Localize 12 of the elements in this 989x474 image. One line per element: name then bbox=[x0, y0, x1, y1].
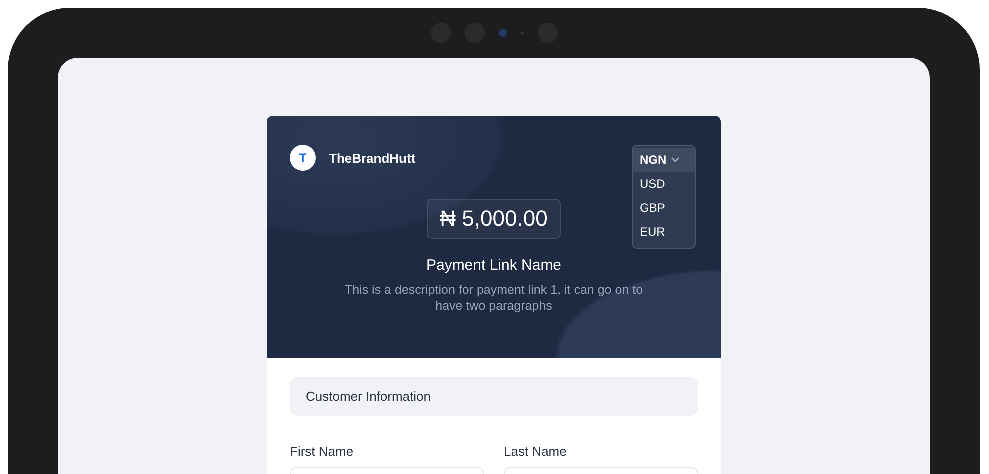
currency-option[interactable]: USD bbox=[633, 172, 695, 196]
brand-logo: T bbox=[290, 145, 316, 171]
field-label: Last Name bbox=[504, 444, 568, 459]
payment-description: This is a description for payment link 1, it can go on to have two paragraphs bbox=[344, 282, 644, 314]
amount-display: ₦ 5,000.00 bbox=[427, 199, 561, 239]
currency-option[interactable]: GBP bbox=[633, 196, 695, 220]
payment-title: Payment Link Name bbox=[426, 257, 562, 274]
currency-option[interactable]: EUR bbox=[633, 220, 695, 244]
brand-name: TheBrandHutt bbox=[329, 150, 416, 166]
field-label: First Name bbox=[290, 444, 355, 459]
currency-option[interactable]: NGN bbox=[633, 148, 695, 172]
section-header: Customer Information bbox=[290, 377, 698, 416]
